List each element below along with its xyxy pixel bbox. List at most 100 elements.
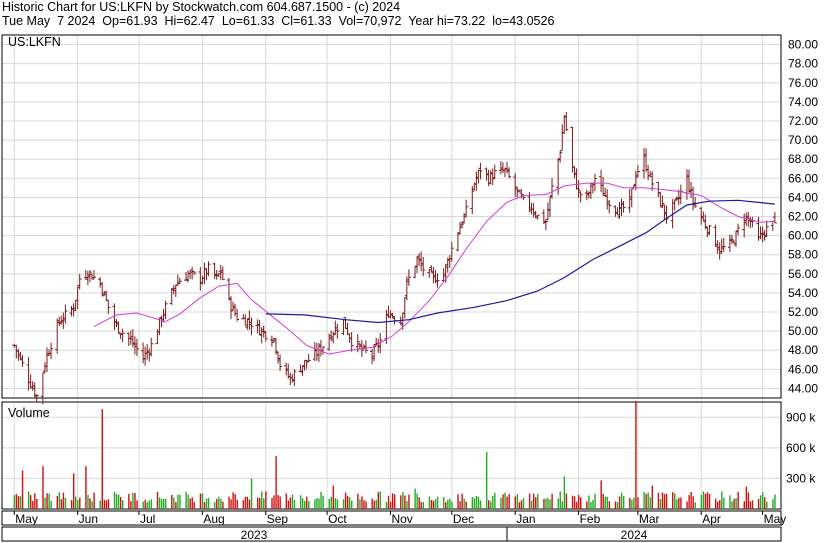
volume-bar <box>514 496 516 509</box>
volume-bar <box>299 495 302 509</box>
ohlc-bar <box>592 173 597 192</box>
volume-bar <box>404 495 406 509</box>
price-tick-label: 74.00 <box>788 95 818 109</box>
volume-bar <box>304 500 306 509</box>
ohlc-bar <box>550 178 555 199</box>
ohlc-bar <box>470 186 475 215</box>
volume-bar <box>461 493 463 509</box>
volume-bar <box>443 497 445 509</box>
ohlc-bar <box>278 354 283 371</box>
volume-bar <box>420 502 422 509</box>
ohlc-bar <box>159 315 164 328</box>
ohlc-bar <box>130 329 135 348</box>
volume-bar <box>389 501 392 509</box>
price-tick-label: 68.00 <box>788 152 818 166</box>
price-tick-label: 60.00 <box>788 229 818 243</box>
volume-bar <box>557 498 559 509</box>
volume-bar <box>647 492 649 509</box>
price-tick-label: 70.00 <box>788 133 818 147</box>
ohlc-bar <box>505 161 510 174</box>
volume-bar <box>173 497 175 509</box>
ohlc-bar <box>413 266 418 279</box>
volume-bar <box>222 501 224 509</box>
ohlc-bar <box>184 272 189 281</box>
volume-bar <box>246 496 249 509</box>
ohlc-bar <box>415 256 420 273</box>
ohlc-bar <box>684 169 689 200</box>
ohlc-bar <box>186 270 191 283</box>
volume-bar <box>256 497 259 509</box>
volume-bar <box>308 500 310 509</box>
volume-bar <box>42 466 44 509</box>
volume-bar <box>749 501 752 509</box>
ohlc-bar <box>231 301 236 311</box>
ohlc-bar <box>18 351 23 361</box>
ohlc-bar <box>114 319 119 328</box>
volume-bar <box>122 500 124 509</box>
volume-bar <box>594 493 596 509</box>
ohlc-bar <box>214 269 219 280</box>
ohlc-bar <box>314 342 319 361</box>
ohlc-bar <box>531 203 536 218</box>
volume-bar <box>361 496 363 509</box>
volume-bar <box>177 494 179 509</box>
volume-bar <box>27 491 30 509</box>
volume-bar <box>547 497 549 509</box>
volume-bar <box>561 501 564 509</box>
volume-bar <box>87 495 89 509</box>
volume-bar <box>113 491 116 509</box>
symbol-label: US:LKFN <box>8 35 61 49</box>
volume-bar <box>46 493 48 509</box>
volume-bar <box>193 501 195 509</box>
volume-bar <box>259 497 261 509</box>
volume-bar <box>387 495 390 509</box>
volume-bar <box>449 498 451 509</box>
volume-bar <box>530 500 533 509</box>
volume-bar <box>77 499 79 509</box>
volume-bar <box>79 497 81 509</box>
volume-bar <box>436 496 439 509</box>
volume-bar <box>451 501 453 509</box>
volume-bar <box>759 495 762 509</box>
volume-bar <box>649 497 651 509</box>
volume-bar <box>704 493 707 509</box>
ohlc-bar <box>49 342 54 360</box>
volume-bar <box>344 492 347 509</box>
ohlc-bar <box>570 126 575 173</box>
volume-bar <box>504 492 506 509</box>
volume-bar <box>661 492 664 509</box>
volume-bar <box>714 498 717 509</box>
volume-bar <box>191 497 193 509</box>
ohlc-bar <box>83 269 88 280</box>
ohlc-bar <box>261 325 266 338</box>
volume-bar <box>457 494 459 509</box>
volume-bar <box>672 492 674 509</box>
volume-bar <box>674 493 676 509</box>
volume-bar <box>761 492 764 509</box>
volume-bar <box>320 491 322 509</box>
ohlc-bar <box>576 180 581 198</box>
ohlc-bar <box>87 270 92 283</box>
volume-bar <box>764 497 766 509</box>
ohlc-bar <box>629 188 634 208</box>
volume-bar <box>156 492 159 509</box>
volume-bar <box>692 496 694 509</box>
ohlc-bar <box>116 321 121 334</box>
volume-bar <box>185 491 187 509</box>
ohlc-bar <box>476 169 481 184</box>
ohlc-bar <box>435 273 440 288</box>
volume-bar <box>571 495 574 509</box>
price-axis: 80.00 78.00 76.00 74.00 72.00 70.00 68.00 66.00… <box>788 38 818 396</box>
volume-bar <box>232 492 234 509</box>
volume-bar <box>150 499 153 509</box>
volume-bar <box>228 496 230 509</box>
volume-bar <box>545 498 547 509</box>
volume-bar <box>663 494 666 509</box>
volume-bar <box>316 497 318 509</box>
ohlc-bar <box>717 242 722 260</box>
ohlc-bar <box>63 304 68 324</box>
volume-tick-label: 600 k <box>786 441 816 455</box>
ohlc-bar <box>226 277 231 301</box>
volume-bar <box>614 501 617 509</box>
month-label: Feb <box>580 512 601 526</box>
